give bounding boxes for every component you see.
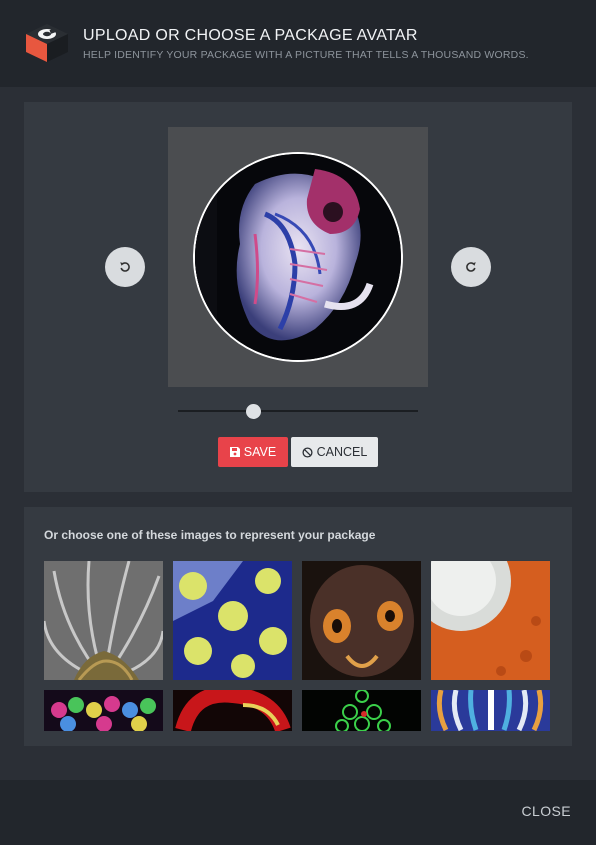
gallery-grid [44, 561, 554, 731]
gallery-image-feathery-spines[interactable] [44, 561, 163, 680]
modal-title: UPLOAD OR CHOOSE A PACKAGE AVATAR [83, 27, 418, 44]
zoom-slider-thumb[interactable] [246, 404, 261, 419]
save-button[interactable]: SAVE [218, 437, 288, 467]
avatar-editor-panel: SAVE CANCEL [24, 102, 572, 492]
modal-header: UPLOAD OR CHOOSE A PACKAGE AVATAR HELP I… [0, 0, 596, 87]
rotate-right-icon [466, 262, 476, 272]
floppy-disk-icon [229, 447, 240, 457]
cancel-button[interactable]: CANCEL [291, 437, 378, 467]
modal-footer: CLOSE [0, 780, 596, 845]
rotate-left-button[interactable] [105, 247, 145, 287]
ban-icon [302, 446, 313, 458]
modal-subtitle: HELP IDENTIFY YOUR PACKAGE WITH A PICTUR… [83, 49, 529, 61]
gallery-label: Or choose one of these images to represe… [44, 528, 376, 542]
cancel-label: CANCEL [316, 445, 368, 459]
package-box-icon [26, 24, 68, 62]
zoom-slider[interactable] [178, 402, 418, 422]
gallery-image-colorful-cell-cluster[interactable] [44, 690, 163, 731]
gallery-image-green-cells-on-black[interactable] [302, 690, 421, 731]
gallery-image-orange-eyed-larva[interactable] [302, 561, 421, 680]
crop-area[interactable] [168, 127, 428, 387]
gallery-image-yellow-spores-on-blue[interactable] [173, 561, 292, 680]
gallery-image-white-tuft-on-orange[interactable] [431, 561, 550, 680]
gallery-image-red-coil[interactable] [173, 690, 292, 731]
close-button[interactable]: CLOSE [522, 803, 571, 819]
zoom-slider-track [178, 410, 418, 412]
avatar-preview[interactable] [193, 152, 403, 362]
avatar-image [195, 154, 401, 360]
save-label: SAVE [243, 445, 277, 459]
gallery-image-blue-striped-pattern[interactable] [431, 690, 550, 731]
avatar-gallery-panel: Or choose one of these images to represe… [24, 507, 572, 746]
rotate-left-icon [120, 262, 130, 272]
rotate-right-button[interactable] [451, 247, 491, 287]
